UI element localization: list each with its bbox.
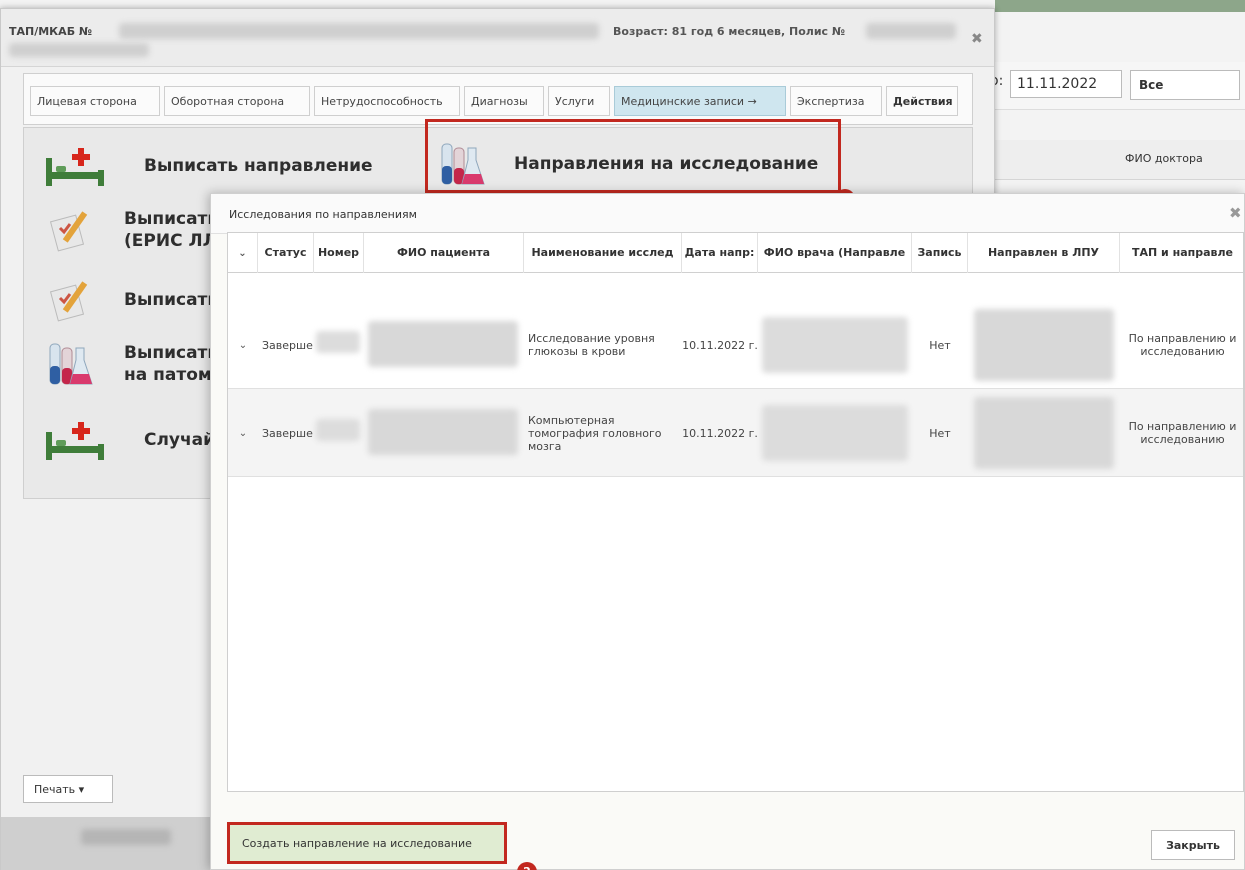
column-research-name[interactable]: Наименование исслед <box>524 233 682 273</box>
close-icon[interactable]: ✖ <box>971 31 983 47</box>
dialog-header: Исследования по направлениям ✖ <box>211 194 1244 234</box>
highlight-research-referrals <box>425 119 841 193</box>
tab-medical-records[interactable]: Медицинские записи → <box>614 86 786 116</box>
tab-services[interactable]: Услуги <box>548 86 610 116</box>
cell-tap: По направлению и исследованию <box>1128 332 1237 358</box>
tap-title: ТАП/МКАБ № <box>9 25 93 38</box>
bed-plus-icon <box>46 422 104 460</box>
column-doctor-name: ФИО доктора <box>1125 152 1203 165</box>
column-status[interactable]: Статус <box>258 233 314 273</box>
table-row[interactable]: ⌄ Заверше Исследование уровня глюкозы в … <box>228 301 1243 389</box>
column-patient-name[interactable]: ФИО пациента <box>364 233 524 273</box>
redacted-number <box>316 331 360 353</box>
tap-age-policy: Возраст: 81 год 6 месяцев, Полис № <box>613 25 846 38</box>
redacted-policy <box>866 23 956 39</box>
action-referral-label: Выписать направление <box>144 156 373 176</box>
expand-column-header[interactable]: ⌄ <box>228 233 258 273</box>
cell-record: Нет <box>929 338 951 352</box>
column-referred-lpu[interactable]: Направлен в ЛПУ <box>968 233 1120 273</box>
redacted-patient-name <box>368 409 518 455</box>
tabs-bar: Лицевая сторона Оборотная сторона Нетруд… <box>23 73 973 125</box>
chevron-down-icon: ⌄ <box>238 248 247 259</box>
table-row[interactable]: ⌄ Заверше Компьютерная томография головн… <box>228 389 1243 477</box>
chevron-down-icon: ⌄ <box>238 427 248 439</box>
redacted-lpu <box>974 309 1114 381</box>
cell-status: Заверше <box>262 426 313 440</box>
redacted-patient <box>9 43 149 57</box>
redacted-lpu <box>974 397 1114 469</box>
tap-header: ТАП/МКАБ № Возраст: 81 год 6 месяцев, По… <box>1 9 994 67</box>
filter-select[interactable]: Все <box>1130 70 1240 100</box>
column-number[interactable]: Номер <box>314 233 364 273</box>
column-doctor-name[interactable]: ФИО врача (Направле <box>758 233 912 273</box>
tab-actions[interactable]: Действия <box>886 86 958 116</box>
redacted-doctor <box>762 405 908 461</box>
table-header: ⌄ Статус Номер ФИО пациента Наименование… <box>228 233 1243 273</box>
tab-disability[interactable]: Нетрудоспособность <box>314 86 460 116</box>
bed-plus-icon <box>46 148 104 186</box>
redacted-doctor <box>762 317 908 373</box>
dialog-title: Исследования по направлениям <box>229 208 417 221</box>
action-pathomorphology[interactable]: Выписать на патом <box>44 338 234 390</box>
background-top-bar <box>995 0 1245 12</box>
research-dialog: Исследования по направлениям ✖ ⌄ Статус … <box>210 193 1245 870</box>
cell-status: Заверше <box>262 338 313 352</box>
column-referral-date[interactable]: Дата напр: <box>682 233 758 273</box>
tap-bottom-area <box>1 817 213 870</box>
tab-expertise[interactable]: Экспертиза <box>790 86 882 116</box>
tab-diagnoses[interactable]: Диагнозы <box>464 86 544 116</box>
column-record[interactable]: Запись <box>912 233 968 273</box>
background-column-header: ФИО доктора <box>995 140 1245 180</box>
action-referral[interactable]: Выписать направление <box>44 144 373 188</box>
action-write[interactable]: Выписать <box>48 278 218 322</box>
cell-research-name: Исследование уровня глюкозы в крови <box>528 332 655 358</box>
redacted-bottom <box>81 829 171 845</box>
print-button[interactable]: Печать ▾ <box>23 775 113 803</box>
action-eris[interactable]: Выписать (ЕРИС ЛЛ <box>48 208 234 252</box>
cell-research-name: Компьютерная томография головного мозга <box>528 413 662 453</box>
row-expand[interactable]: ⌄ <box>228 301 258 389</box>
column-tap-referral[interactable]: ТАП и направле <box>1120 233 1243 273</box>
chevron-down-icon: ⌄ <box>238 339 248 351</box>
research-table: ⌄ Статус Номер ФИО пациента Наименование… <box>227 232 1244 792</box>
pencil-form-icon <box>49 211 88 252</box>
pencil-form-icon <box>49 281 88 322</box>
action-write-label: Выписать <box>124 290 219 310</box>
tab-front-side[interactable]: Лицевая сторона <box>30 86 160 116</box>
action-case[interactable]: Случай л <box>44 418 233 462</box>
lab-flasks-icon <box>49 343 93 385</box>
cell-date: 10.11.2022 г. <box>682 426 758 440</box>
tab-back-side[interactable]: Оборотная сторона <box>164 86 310 116</box>
cell-date: 10.11.2022 г. <box>682 338 758 352</box>
create-research-referral-button[interactable]: Создать направление на исследование <box>227 822 507 864</box>
close-button[interactable]: Закрыть <box>1151 830 1235 860</box>
cell-tap: По направлению и исследованию <box>1128 420 1237 446</box>
dialog-close-icon[interactable]: ✖ <box>1229 204 1242 222</box>
redacted-patient-name <box>368 321 518 367</box>
marker-2: 2 <box>517 862 537 870</box>
redacted-number <box>316 419 360 441</box>
row-expand[interactable]: ⌄ <box>228 389 258 477</box>
redacted-number <box>119 23 599 39</box>
date-to-input[interactable]: 11.11.2022 <box>1010 70 1122 98</box>
cell-record: Нет <box>929 426 951 440</box>
